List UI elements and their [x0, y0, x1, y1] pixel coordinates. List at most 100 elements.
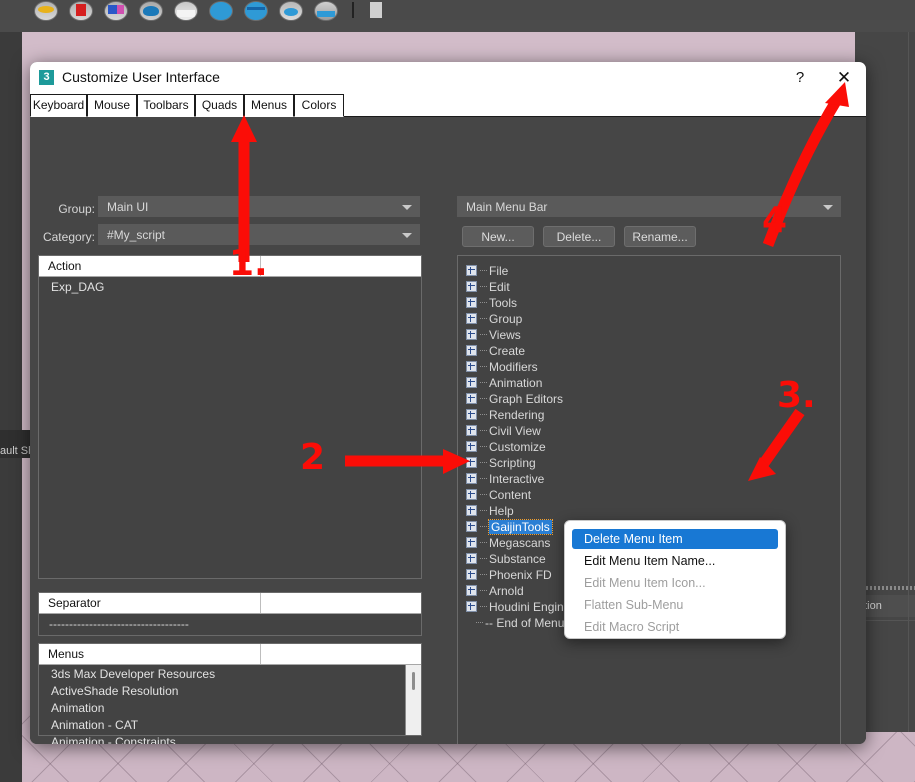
chevron-down-icon [823, 205, 833, 210]
tree-item-interactive[interactable]: Interactive [466, 470, 544, 486]
sphere-icon[interactable] [310, 0, 340, 21]
tree-item-tools[interactable]: Tools [466, 294, 517, 310]
tree-item-phoenix-fd[interactable]: Phoenix FD [466, 566, 552, 582]
tree-item-create[interactable]: Create [466, 342, 525, 358]
new-button[interactable]: New... [462, 226, 534, 247]
menu-item-delete-menu-item[interactable]: Delete Menu Item [572, 529, 778, 549]
separator-list[interactable]: Separator ------------------------------… [38, 592, 422, 636]
delete-button[interactable]: Delete... [543, 226, 615, 247]
tab-quads[interactable]: Quads [195, 94, 244, 117]
expand-icon[interactable] [466, 537, 477, 549]
document-icon[interactable] [362, 0, 392, 20]
rename-button[interactable]: Rename... [624, 226, 696, 247]
menu-tree[interactable]: File Edit Tools Group Views Create Modif… [457, 255, 841, 744]
expand-icon[interactable] [466, 329, 477, 341]
tab-colors[interactable]: Colors [294, 94, 344, 117]
flag-icon[interactable] [100, 0, 130, 21]
expand-icon[interactable] [466, 281, 477, 293]
dialog-titlebar[interactable]: 3 Customize User Interface ? ✕ [30, 62, 866, 95]
wave-icon[interactable] [240, 0, 270, 21]
expand-icon[interactable] [466, 521, 477, 533]
expand-icon[interactable] [466, 505, 477, 517]
action-list[interactable]: Action Exp_DAG [38, 255, 422, 579]
tree-item-arnold[interactable]: Arnold [466, 582, 524, 598]
list-item[interactable]: Animation - Constraints [39, 734, 421, 744]
swirl-icon[interactable] [135, 0, 165, 21]
expand-icon[interactable] [466, 569, 477, 581]
list-item[interactable]: Animation [39, 700, 421, 717]
help-button[interactable]: ? [778, 62, 822, 93]
tree-item-substance[interactable]: Substance [466, 550, 546, 566]
tree-item-help[interactable]: Help [466, 502, 514, 518]
separator-row[interactable]: ----------------------------------- [49, 617, 189, 631]
tree-item-views[interactable]: Views [466, 326, 521, 342]
splash-icon[interactable] [275, 0, 305, 21]
expand-icon[interactable] [466, 553, 477, 565]
app-icon: 3 [39, 70, 54, 85]
tree-connector [480, 302, 487, 304]
bucket-icon[interactable] [30, 0, 60, 21]
close-button[interactable]: ✕ [822, 62, 866, 93]
expand-icon[interactable] [466, 489, 477, 501]
paint-icon[interactable] [65, 0, 95, 21]
menu-item-edit-menu-item-name[interactable]: Edit Menu Item Name... [572, 551, 778, 571]
tree-item-edit[interactable]: Edit [466, 278, 510, 294]
menus-list[interactable]: Menus 3ds Max Developer Resources Active… [38, 643, 422, 744]
tab-menus[interactable]: Menus [244, 94, 294, 117]
tree-item-gaijintools[interactable]: GaijinTools [466, 518, 553, 535]
tree-connector [476, 622, 483, 624]
tree-connector [480, 590, 487, 592]
tree-item-file[interactable]: File [466, 262, 508, 278]
tree-item-rendering[interactable]: Rendering [466, 406, 544, 422]
tree-connector [480, 318, 487, 320]
tree-connector [480, 398, 487, 400]
tree-item-customize[interactable]: Customize [466, 438, 546, 454]
expand-icon[interactable] [466, 393, 477, 405]
chevron-down-icon [402, 205, 412, 210]
water-icon[interactable] [205, 0, 235, 21]
mountain-icon[interactable] [170, 0, 200, 21]
tree-connector [480, 350, 487, 352]
expand-icon[interactable] [466, 425, 477, 437]
expand-icon[interactable] [466, 361, 477, 373]
group-dropdown[interactable]: Main UI [98, 196, 420, 217]
list-item[interactable]: 3ds Max Developer Resources [39, 666, 421, 683]
expand-icon[interactable] [466, 457, 477, 469]
tree-item-megascans[interactable]: Megascans [466, 534, 550, 550]
chevron-down-icon [402, 233, 412, 238]
tree-item-group[interactable]: Group [466, 310, 522, 326]
scrollbar-thumb[interactable] [412, 672, 415, 690]
expand-icon[interactable] [466, 441, 477, 453]
context-menu[interactable]: Delete Menu Item Edit Menu Item Name... … [564, 520, 786, 639]
menubar-dropdown-value: Main Menu Bar [466, 200, 548, 214]
tree-item-civil-view[interactable]: Civil View [466, 422, 541, 438]
tree-item-graph-editors[interactable]: Graph Editors [466, 390, 563, 406]
expand-icon[interactable] [466, 409, 477, 421]
menu-item-edit-macro-script: Edit Macro Script [584, 620, 680, 634]
tab-mouse[interactable]: Mouse [87, 94, 137, 117]
tab-toolbars[interactable]: Toolbars [137, 94, 195, 117]
expand-icon[interactable] [466, 313, 477, 325]
tree-connector [480, 526, 487, 528]
tree-item-modifiers[interactable]: Modifiers [466, 358, 538, 374]
expand-icon[interactable] [466, 377, 477, 389]
tree-item-end-of-menu: -- End of Menu -- [474, 614, 576, 630]
tree-item-scripting[interactable]: Scripting [466, 454, 536, 470]
tree-connector [480, 606, 487, 608]
action-column-header: Action [39, 256, 261, 276]
list-item[interactable]: ActiveShade Resolution [39, 683, 421, 700]
menus-list-scrollbar[interactable] [405, 665, 421, 735]
expand-icon[interactable] [466, 473, 477, 485]
tree-item-animation[interactable]: Animation [466, 374, 542, 390]
tab-keyboard[interactable]: Keyboard [30, 94, 87, 117]
menus-column-header-2 [261, 644, 422, 664]
tree-item-houdini-engine[interactable]: Houdini Engine [466, 598, 570, 614]
list-item[interactable]: Animation - CAT [39, 717, 421, 734]
expand-icon[interactable] [466, 297, 477, 309]
expand-icon[interactable] [466, 265, 477, 277]
tree-item-content[interactable]: Content [466, 486, 531, 502]
expand-icon[interactable] [466, 345, 477, 357]
expand-icon[interactable] [466, 585, 477, 597]
expand-icon[interactable] [466, 601, 477, 613]
category-dropdown[interactable]: #My_script [98, 224, 420, 245]
